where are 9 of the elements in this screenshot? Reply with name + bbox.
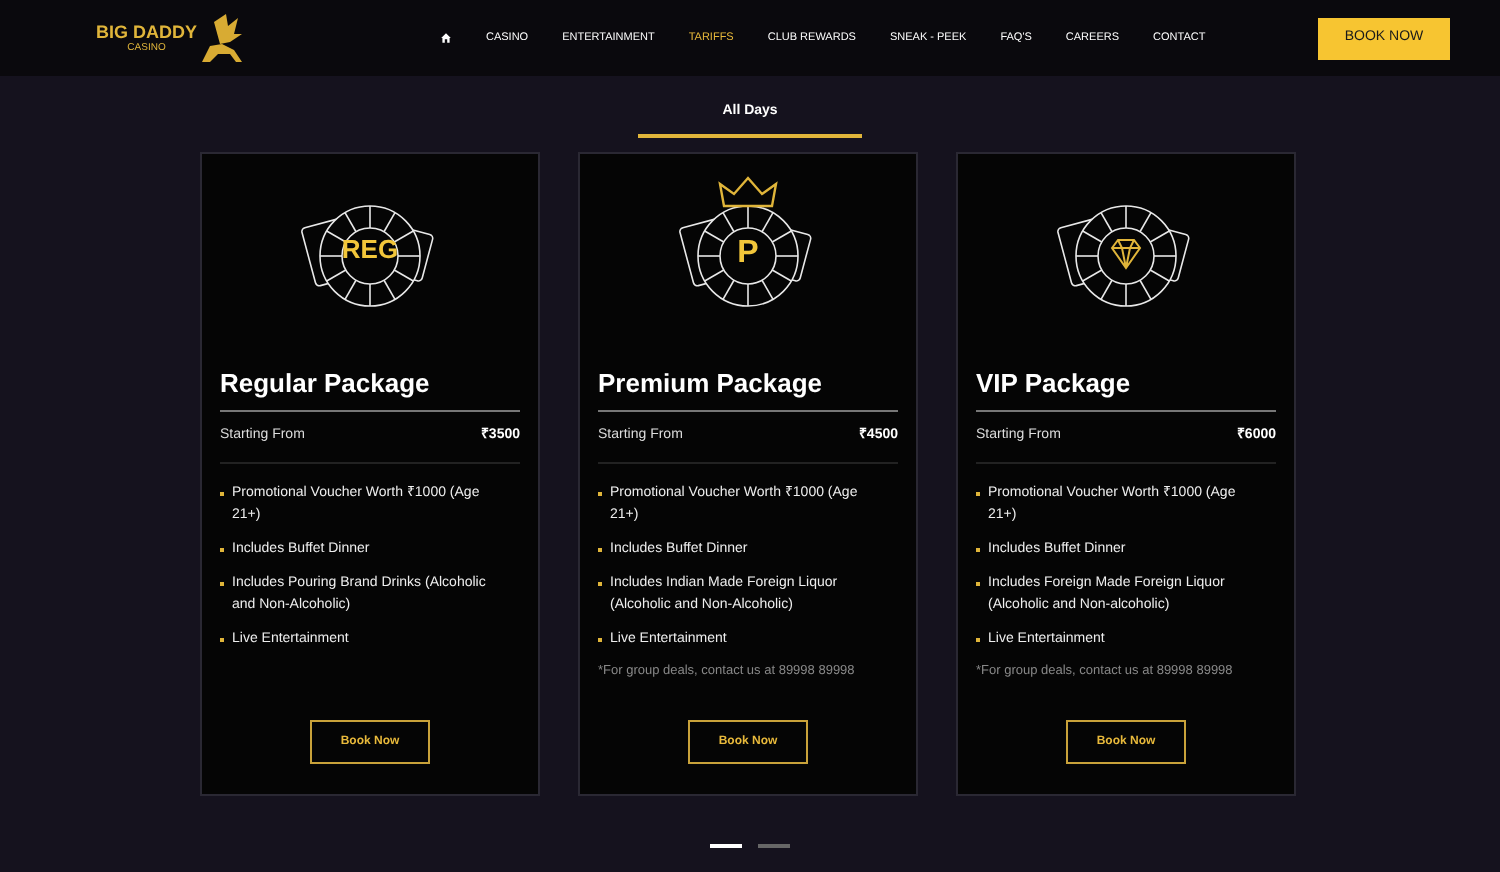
chip-label: P [737, 234, 759, 274]
package-title: Regular Package [220, 370, 432, 396]
home-icon[interactable] [440, 32, 452, 44]
chip-label: REG [341, 232, 399, 268]
package-title: VIP Package [976, 370, 1133, 396]
logo-title: BIG DADDY [96, 23, 198, 41]
package-title: Premium Package [598, 370, 825, 396]
page-indicator[interactable] [710, 844, 742, 848]
page-indicator[interactable] [758, 844, 790, 848]
